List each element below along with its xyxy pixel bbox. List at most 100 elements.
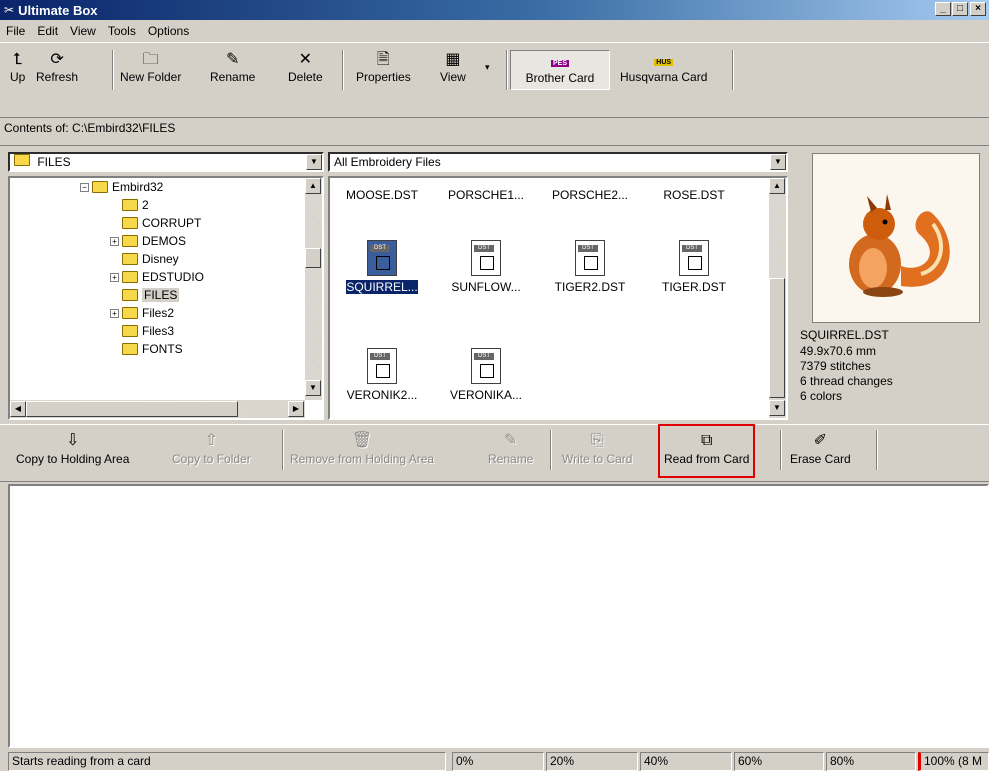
preview-size: 49.9x70.6 mm — [800, 344, 877, 358]
copy-to-holding-area-button[interactable]: ⇩ Copy to Holding Area — [16, 430, 129, 476]
remove-from-holding-area-button[interactable]: 🗑 Remove from Holding Area — [290, 430, 434, 476]
menu-options[interactable]: Options — [142, 24, 195, 38]
husqvarna-card-button[interactable]: HUS Husqvarna Card — [620, 50, 707, 90]
view-dropdown-icon[interactable]: ▾ — [485, 62, 490, 73]
scroll-left-icon[interactable]: ◀ — [10, 401, 26, 417]
delete-button[interactable]: ✕ Delete — [288, 50, 323, 90]
rename-holding-label: Rename — [488, 452, 534, 466]
up-button[interactable]: ⮤ Up — [10, 50, 25, 90]
tree-item-2[interactable]: 2 — [122, 198, 149, 212]
file-item-selected[interactable]: DST SQUIRREL... — [330, 240, 434, 294]
folder-combo[interactable]: FILES ▼ — [8, 152, 324, 172]
action-separator — [780, 430, 782, 470]
read-from-card-button[interactable]: ⧉ Read from Card — [658, 424, 756, 478]
file-item[interactable]: DST TIGER2.DST — [538, 240, 642, 294]
tree-vscroll[interactable]: ▲ ▼ — [305, 178, 322, 400]
read-card-label: Read from Card — [664, 452, 750, 466]
scroll-right-icon[interactable]: ▶ — [288, 401, 304, 417]
tree-item-demos[interactable]: + DEMOS — [110, 234, 186, 248]
brother-card-label: Brother Card — [525, 71, 595, 85]
refresh-button[interactable]: ⟳ Refresh — [36, 50, 78, 90]
scroll-thumb[interactable] — [769, 278, 785, 398]
write-to-card-button[interactable]: ⎘ Write to Card — [562, 430, 632, 476]
husqvarna-card-label: Husqvarna Card — [620, 70, 708, 84]
file-item[interactable]: PORSCHE1... — [434, 188, 538, 202]
chevron-down-icon[interactable]: ▼ — [770, 154, 786, 170]
file-item[interactable]: MOOSE.DST — [330, 188, 434, 202]
scroll-down-icon[interactable]: ▼ — [305, 380, 321, 396]
maximize-button[interactable]: □ — [952, 2, 968, 16]
folder-open-icon — [122, 289, 138, 301]
file-item[interactable]: DST SUNFLOW... — [434, 240, 538, 294]
menu-view[interactable]: View — [64, 24, 102, 38]
file-name: SQUIRREL... — [346, 280, 418, 294]
tree-item-edstudio[interactable]: + EDSTUDIO — [110, 270, 204, 284]
action-separator — [876, 430, 878, 470]
close-button[interactable]: × — [970, 2, 986, 16]
rename-holding-button[interactable]: ✎ Rename — [488, 430, 533, 476]
progress-tick-60: 60% — [734, 752, 824, 771]
erase-card-label: Erase Card — [790, 452, 851, 466]
tree-hscroll[interactable]: ◀ ▶ — [10, 400, 305, 418]
folder-combo-value: FILES — [37, 155, 71, 169]
minimize-button[interactable]: _ — [935, 2, 951, 16]
tree-item-files2[interactable]: + Files2 — [110, 306, 174, 320]
chevron-down-icon[interactable]: ▼ — [306, 154, 322, 170]
menu-tools[interactable]: Tools — [102, 24, 142, 38]
progress-tick-20: 20% — [546, 752, 638, 771]
menu-edit[interactable]: Edit — [31, 24, 64, 38]
tree-label: CORRUPT — [142, 216, 202, 230]
progress-tick-80: 80% — [826, 752, 916, 771]
tree-item-embird32[interactable]: − Embird32 — [80, 180, 163, 194]
file-item[interactable]: DST VERONIK2... — [330, 348, 434, 402]
tree-label: FONTS — [142, 342, 183, 356]
write-card-label: Write to Card — [562, 452, 633, 466]
folder-icon — [122, 307, 138, 319]
rename-icon: ✎ — [503, 432, 518, 449]
menu-file[interactable]: File — [0, 24, 31, 38]
filter-combo[interactable]: All Embroidery Files ▼ — [328, 152, 788, 172]
file-item[interactable]: DST VERONIKA... — [434, 348, 538, 402]
scroll-thumb[interactable] — [305, 248, 321, 268]
read-card-icon: ⧉ — [700, 432, 713, 449]
scroll-up-icon[interactable]: ▲ — [305, 178, 321, 194]
scroll-down-icon[interactable]: ▼ — [769, 400, 785, 416]
file-name: MOOSE.DST — [345, 188, 418, 202]
tree-item-fonts[interactable]: FONTS — [122, 342, 183, 356]
dst-file-icon: DST — [367, 348, 397, 384]
filter-combo-value: All Embroidery Files — [334, 155, 441, 169]
scroll-up-icon[interactable]: ▲ — [769, 178, 785, 194]
brother-card-button[interactable]: PES Brother Card — [510, 50, 610, 90]
delete-label: Delete — [288, 70, 323, 84]
erase-card-button[interactable]: ✐ Erase Card — [790, 430, 851, 476]
properties-button[interactable]: 🗎 Properties — [356, 50, 411, 90]
menu-bar: File Edit View Tools Options — [0, 21, 989, 41]
tree-item-disney[interactable]: Disney — [122, 252, 179, 266]
file-item[interactable]: ROSE.DST — [642, 188, 746, 202]
tree-item-corrupt[interactable]: CORRUPT — [122, 216, 201, 230]
tree-label: 2 — [142, 198, 149, 212]
tree-item-files3[interactable]: Files3 — [122, 324, 174, 338]
files-vscroll[interactable]: ▲ ▼ — [769, 178, 786, 418]
up-folder-icon: ⮤ — [12, 51, 23, 68]
scroll-thumb[interactable] — [26, 401, 238, 417]
folder-tree[interactable]: − Embird32 2 CORRUPT + DEMOS Disney + EDSTU… — [8, 176, 324, 420]
holding-area-list[interactable] — [8, 484, 989, 748]
refresh-icon: ⟳ — [50, 51, 64, 68]
tree-label: Files2 — [142, 306, 175, 320]
window-title: Ultimate Box — [18, 2, 98, 18]
view-button[interactable]: ▦ View — [440, 50, 466, 90]
tree-label: EDSTUDIO — [142, 270, 205, 284]
new-folder-icon: 🗀 — [142, 51, 159, 68]
folder-icon — [122, 199, 138, 211]
copy-to-folder-button[interactable]: ⇧ Copy to Folder — [172, 430, 251, 476]
tree-item-files[interactable]: FILES — [122, 288, 180, 302]
file-item[interactable]: PORSCHE2... — [538, 188, 642, 202]
file-list[interactable]: MOOSE.DST PORSCHE1... PORSCHE2... ROSE.D… — [328, 176, 788, 420]
dst-file-icon: DST — [367, 240, 397, 276]
new-folder-button[interactable]: 🗀 New Folder — [120, 50, 181, 90]
rename-button[interactable]: ✎ Rename — [210, 50, 255, 90]
title-bar: ✂ Ultimate Box _ □ × — [0, 0, 989, 20]
file-item[interactable]: DST TIGER.DST — [642, 240, 746, 294]
file-name: ROSE.DST — [663, 188, 725, 202]
